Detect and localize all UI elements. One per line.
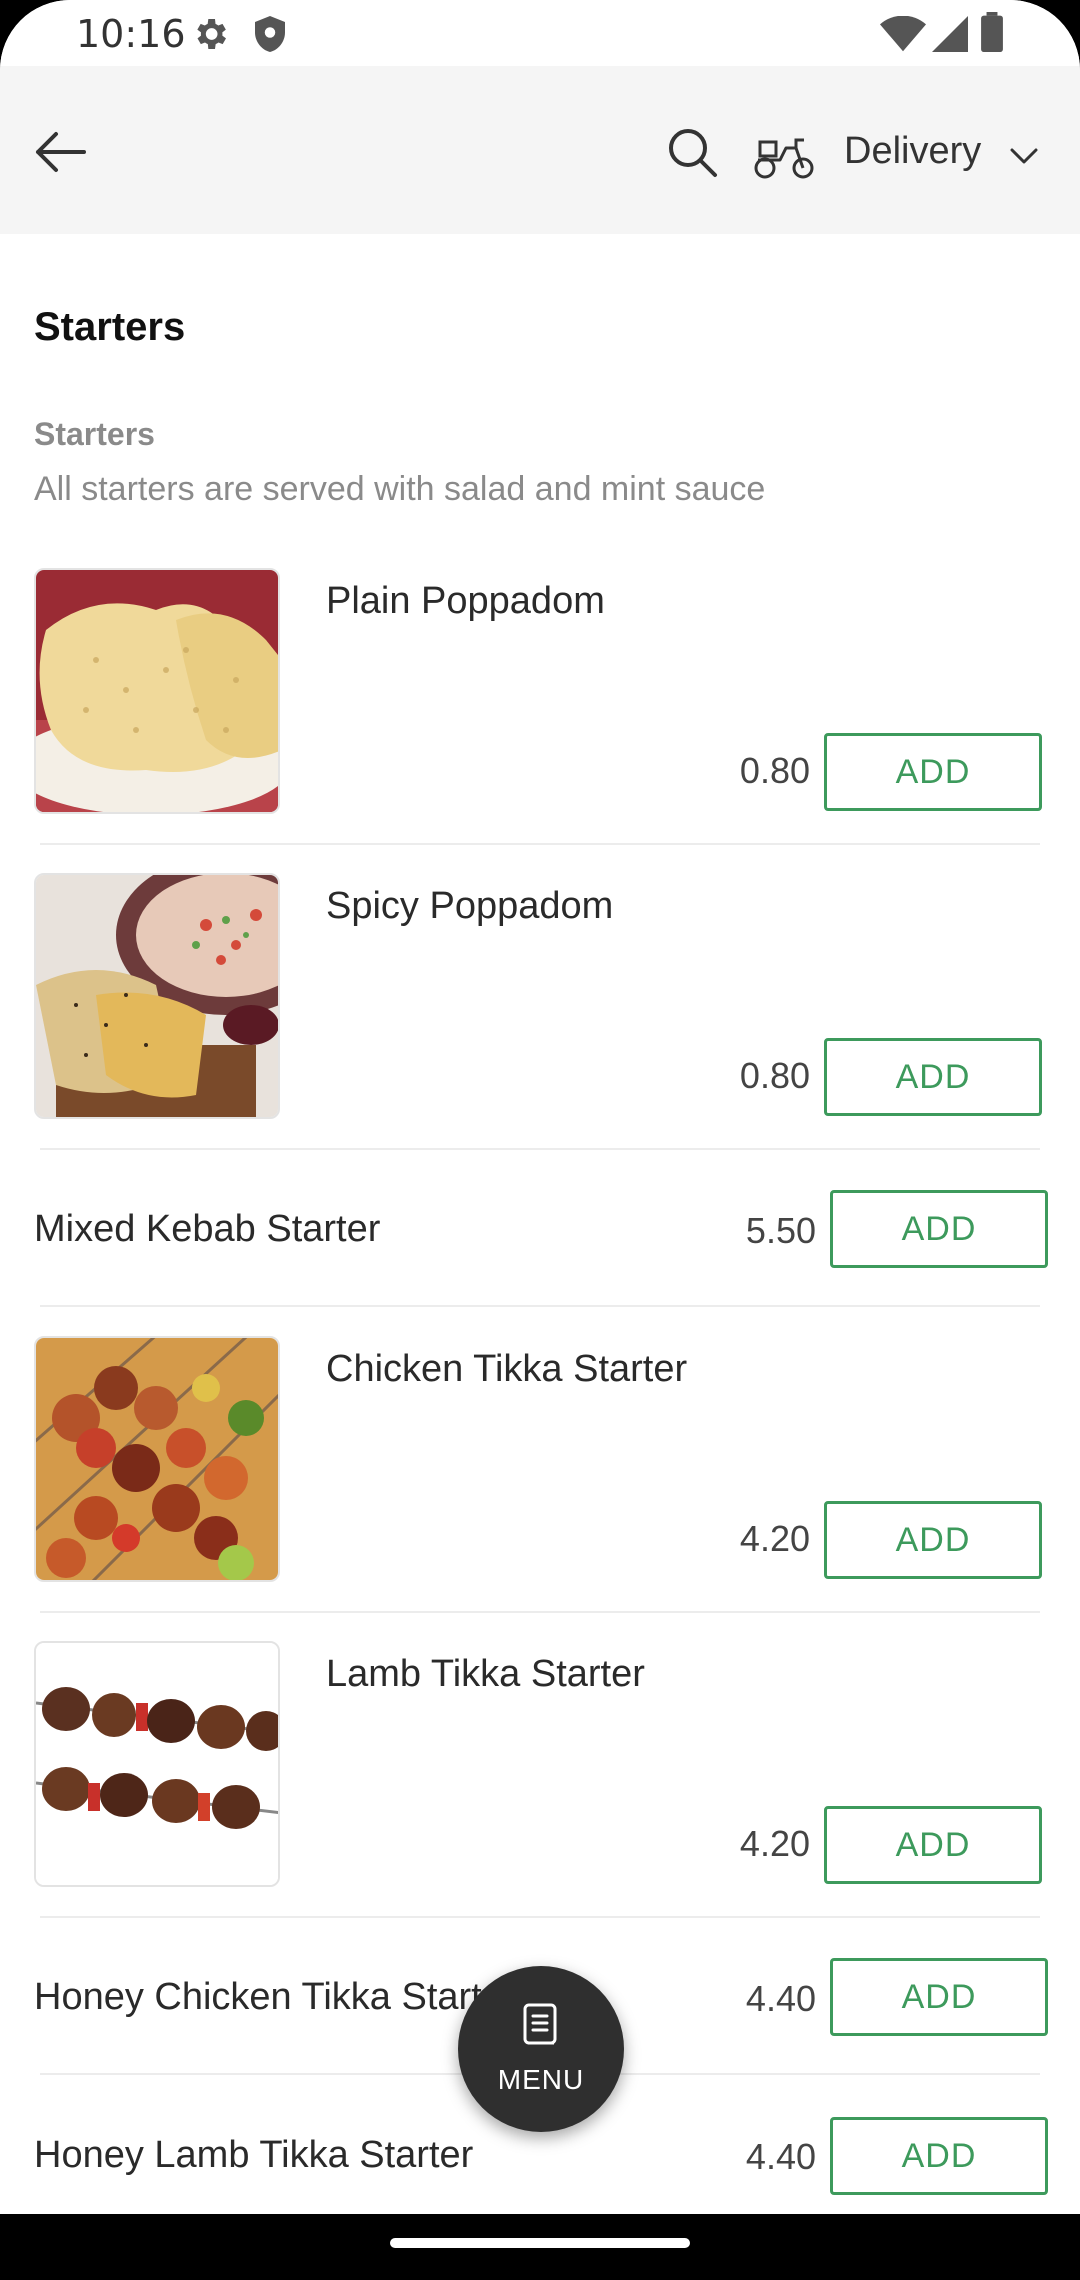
system-nav-bar (0, 2214, 1080, 2280)
chicken-tikka-photo (34, 1336, 280, 1582)
battery-icon (981, 12, 1003, 52)
add-button[interactable]: ADD (824, 1806, 1042, 1884)
delivery-mode-label[interactable]: Delivery (844, 130, 981, 173)
add-button[interactable]: ADD (824, 1501, 1042, 1579)
item-divider (40, 1305, 1040, 1307)
item-price: 4.40 (745, 2136, 816, 2177)
item-price: 4.40 (745, 1978, 816, 2019)
add-button[interactable]: ADD (830, 1190, 1048, 1268)
status-time: 10:16 (76, 12, 186, 56)
item-price: 0.80 (739, 1055, 810, 1096)
poppadom-photo (34, 568, 280, 814)
item-price: 4.20 (739, 1823, 810, 1864)
lamb-tikka-photo (34, 1641, 280, 1887)
back-arrow-icon[interactable] (30, 122, 90, 182)
menu-item[interactable]: Mixed Kebab Starter 5.50 ADD (0, 1150, 1080, 1306)
search-icon[interactable] (666, 126, 718, 178)
item-divider (40, 1611, 1040, 1613)
scooter-icon[interactable] (752, 124, 816, 184)
shield-icon (255, 16, 285, 52)
menu-item[interactable]: Plain Poppadom 0.80 ADD (0, 568, 1080, 844)
item-name: Lamb Tikka Starter (326, 1653, 645, 1695)
status-bar: 10:16 (0, 0, 1080, 66)
menu-fab-label: MENU (497, 2064, 585, 2095)
add-button[interactable]: ADD (824, 1038, 1042, 1116)
section-title: Starters (34, 305, 186, 349)
add-button[interactable]: ADD (830, 1958, 1048, 2036)
item-price: 5.50 (745, 1210, 816, 1251)
wifi-icon (880, 16, 926, 52)
spicy-poppadom-photo (34, 873, 280, 1119)
menu-item[interactable]: Lamb Tikka Starter 4.20 ADD (0, 1641, 1080, 1917)
signal-icon (932, 16, 968, 52)
app-screen: 10:16 Delivery Starters Starters All sta… (0, 0, 1080, 2214)
item-name: Chicken Tikka Starter (326, 1348, 688, 1390)
menu-item[interactable]: Spicy Poppadom 0.80 ADD (0, 873, 1080, 1149)
settings-icon (197, 19, 226, 49)
item-price: 4.20 (739, 1518, 810, 1559)
home-gesture-handle[interactable] (390, 2238, 690, 2248)
menu-book-icon (523, 2003, 557, 2045)
category-description: All starters are served with salad and m… (34, 470, 766, 508)
item-name: Spicy Poppadom (326, 885, 614, 927)
item-price: 0.80 (739, 750, 810, 791)
menu-item[interactable]: Chicken Tikka Starter 4.20 ADD (0, 1336, 1080, 1612)
category-name: Starters (34, 416, 155, 452)
item-name: Plain Poppadom (326, 580, 605, 622)
menu-fab-button[interactable]: MENU (458, 1966, 624, 2132)
item-name: Mixed Kebab Starter (34, 1208, 381, 1250)
top-app-bar: Delivery (0, 66, 1080, 234)
add-button[interactable]: ADD (830, 2117, 1048, 2195)
item-divider (40, 843, 1040, 845)
chevron-down-icon[interactable] (1008, 140, 1040, 172)
item-name: Honey Lamb Tikka Starter (34, 2134, 474, 2176)
add-button[interactable]: ADD (824, 733, 1042, 811)
item-name: Honey Chicken Tikka Starter (34, 1976, 516, 2018)
